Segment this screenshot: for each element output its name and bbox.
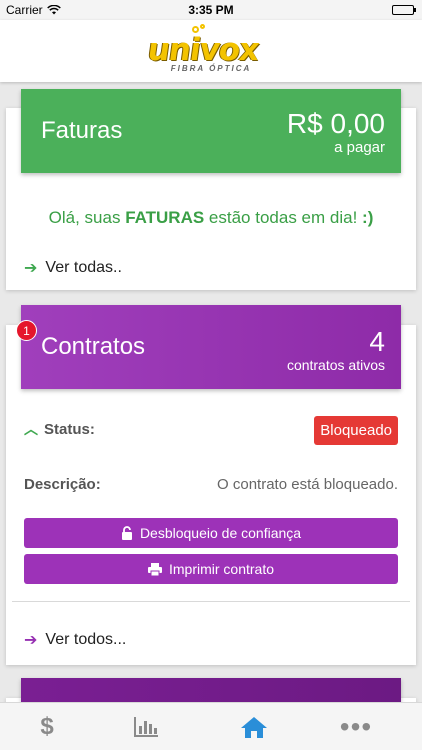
contratos-count: 4: [369, 326, 385, 357]
chevron-up-icon: ︿: [24, 421, 38, 437]
tab-faturas[interactable]: $: [27, 711, 67, 743]
contratos-count-label: contratos ativos: [286, 357, 385, 373]
contratos-title: Contratos: [41, 333, 146, 360]
more-icon: •••: [339, 711, 373, 742]
ios-status-bar: Carrier 3:35 PM: [0, 0, 422, 20]
ver-todas-link[interactable]: ➔ Ver todas..: [24, 258, 122, 278]
faturas-card: Faturas R$ 0,00 a pagar Olá, suas FATURA…: [6, 89, 416, 290]
faturas-title: Faturas: [41, 117, 123, 144]
greeting-text-bold: FATURAS: [125, 208, 205, 227]
faturas-amount-label: a pagar: [334, 139, 385, 156]
faturas-amount: R$ 0,00: [286, 108, 385, 139]
faturas-greeting: Olá, suas FATURAS estão todas em dia! :): [6, 208, 416, 228]
imprimir-button[interactable]: Imprimir contrato: [24, 554, 398, 584]
greeting-smiley: :): [362, 208, 374, 227]
logo-wordmark: univox: [145, 32, 261, 68]
faturas-summary: R$ 0,00 a pagar: [287, 109, 385, 157]
arrow-right-icon: ➔: [24, 632, 38, 649]
contratos-banner[interactable]: Contratos 4 contratos ativos: [21, 305, 401, 389]
notification-badge: 1: [16, 320, 37, 341]
ver-todos-label: Ver todos...: [45, 631, 127, 648]
desbloqueio-label: Desbloqueio de confiança: [139, 525, 302, 541]
printer-icon: [147, 562, 162, 576]
dollar-icon: $: [40, 713, 54, 740]
imprimir-label: Imprimir contrato: [168, 561, 275, 577]
ver-todos-link[interactable]: ➔ Ver todos...: [24, 630, 126, 650]
tab-consumo[interactable]: [126, 711, 166, 743]
bar-chart-icon: [134, 717, 158, 737]
univox-logo: univox FIBRA ÓPTICA: [145, 24, 274, 78]
contratos-summary: 4 contratos ativos: [287, 327, 385, 374]
descricao-value: O contrato está bloqueado.: [217, 476, 398, 493]
arrow-right-icon: ➔: [24, 260, 38, 277]
status-badge: Bloqueado: [314, 416, 398, 445]
clock: 3:35 PM: [188, 3, 234, 17]
bottom-tab-bar: $ •••: [0, 702, 422, 750]
unlock-icon: [121, 526, 132, 540]
tab-home[interactable]: [234, 711, 274, 743]
home-icon: [241, 717, 267, 738]
ver-todas-label: Ver todas..: [45, 259, 122, 276]
desbloqueio-button[interactable]: Desbloqueio de confiança: [24, 518, 398, 548]
greeting-text-mid: estão todas em dia!: [204, 208, 363, 227]
status-toggle[interactable]: ︿ Status:: [24, 419, 95, 439]
battery-icon: [392, 5, 416, 15]
greeting-text-start: Olá, suas: [48, 208, 126, 227]
divider: [12, 601, 410, 602]
app-header: univox FIBRA ÓPTICA: [0, 20, 422, 82]
descricao-label: Descrição:: [24, 476, 101, 493]
faturas-banner[interactable]: Faturas R$ 0,00 a pagar: [21, 89, 401, 173]
tab-more[interactable]: •••: [336, 711, 376, 743]
contratos-card: Contratos 4 contratos ativos 1 ︿ Status:…: [6, 305, 416, 665]
status-label: Status:: [44, 420, 95, 438]
